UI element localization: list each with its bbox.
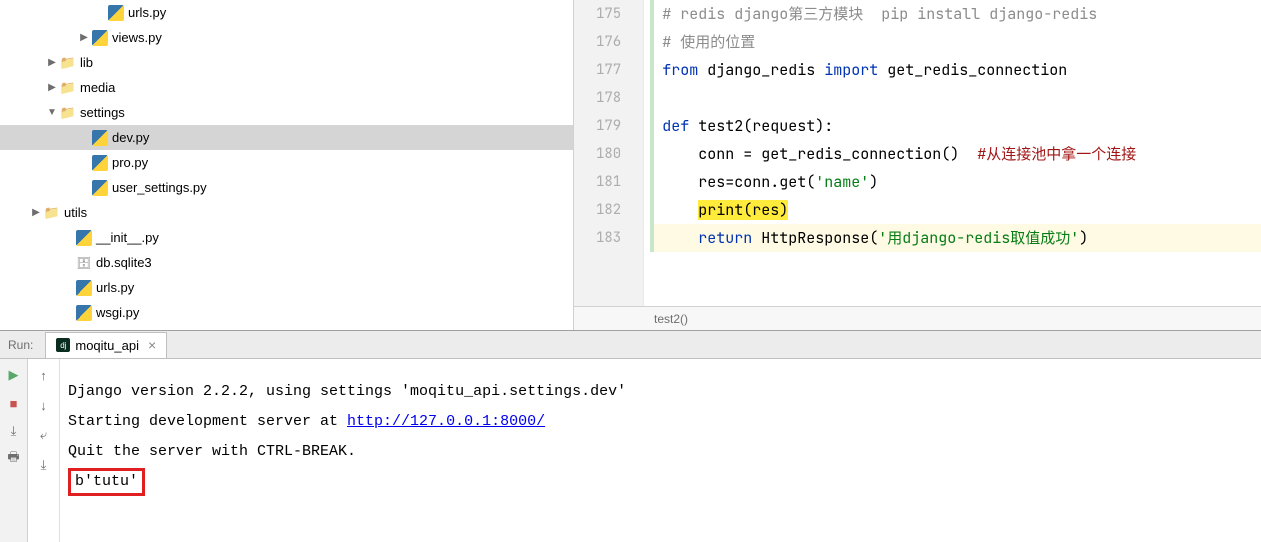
expand-arrow-icon[interactable] (44, 55, 60, 71)
run-tool-window: Run: dj moqitu_api × ▶ ■ ⤓ 🖶 ↑ ↓ ⤶ ⤓ Dja… (0, 330, 1261, 542)
tree-item-views-py[interactable]: views.py (0, 25, 573, 50)
django-icon: dj (56, 338, 70, 352)
code-line[interactable]: # redis django第三方模块 pip install django-r… (650, 0, 1261, 28)
line-number (596, 252, 621, 280)
db-icon (76, 255, 92, 271)
py-icon (76, 230, 92, 246)
py-icon (76, 280, 92, 296)
tree-item-label: views.py (112, 30, 162, 45)
tree-item-label: utils (64, 205, 87, 220)
py-icon (92, 30, 108, 46)
down-arrow-icon[interactable]: ↓ (34, 395, 54, 415)
tree-item-urls-py[interactable]: urls.py (0, 275, 573, 300)
breadcrumb[interactable]: test2() (574, 306, 1261, 330)
code-line[interactable] (650, 252, 1261, 280)
tree-item-utils[interactable]: utils (0, 200, 573, 225)
tree-item-label: dev.py (112, 130, 149, 145)
tree-item-urls-py[interactable]: urls.py (0, 0, 573, 25)
tree-item-label: pro.py (112, 155, 148, 170)
folder-icon (60, 105, 76, 121)
folder-icon (60, 55, 76, 71)
exit-icon[interactable]: ⤓ (4, 421, 24, 441)
wrap-icon[interactable]: ⤶ (34, 425, 54, 445)
code-line[interactable]: def test2(request): (650, 112, 1261, 140)
line-number: 179 (596, 112, 621, 140)
scroll-end-icon[interactable]: ⤓ (34, 455, 54, 475)
tree-item-media[interactable]: media (0, 75, 573, 100)
tree-item-wsgi-py[interactable]: wsgi.py (0, 300, 573, 325)
folder-icon (60, 80, 76, 96)
line-number: 180 (596, 140, 621, 168)
tree-item-__init__-py[interactable]: __init__.py (0, 225, 573, 250)
tree-item-label: urls.py (96, 280, 134, 295)
console-line: Quit the server with CTRL-BREAK. (68, 437, 1253, 467)
py-icon (92, 180, 108, 196)
project-tree[interactable]: urls.py views.py lib media settings dev.py pro… (0, 0, 574, 330)
console-line: Django version 2.2.2, using settings 'mo… (68, 377, 1253, 407)
tree-item-dev-py[interactable]: dev.py (0, 125, 573, 150)
console-line: Starting development server at http://12… (68, 407, 1253, 437)
run-label: Run: (0, 338, 41, 352)
tree-item-label: settings (80, 105, 125, 120)
console-line: b'tutu' (68, 467, 1253, 497)
highlighted-output: b'tutu' (68, 468, 145, 496)
run-tab-moqitu-api[interactable]: dj moqitu_api × (45, 332, 167, 358)
rerun-icon[interactable]: ▶ (4, 365, 24, 385)
stop-icon[interactable]: ■ (4, 393, 24, 413)
expand-arrow-icon[interactable] (28, 205, 44, 221)
expand-arrow-icon[interactable] (76, 30, 92, 46)
tree-item-label: media (80, 80, 115, 95)
folder-icon (44, 205, 60, 221)
expand-arrow-icon[interactable] (44, 105, 60, 121)
line-number: 177 (596, 56, 621, 84)
code-line[interactable]: from django_redis import get_redis_conne… (650, 56, 1261, 84)
tree-item-settings[interactable]: settings (0, 100, 573, 125)
code-line[interactable] (650, 84, 1261, 112)
tree-item-label: db.sqlite3 (96, 255, 152, 270)
line-number: 182 (596, 196, 621, 224)
tree-item-label: urls.py (128, 5, 166, 20)
line-number: 178 (596, 84, 621, 112)
code-line[interactable]: print(res) (650, 196, 1261, 224)
code-line[interactable]: conn = get_redis_connection() #从连接池中拿一个连… (650, 140, 1261, 168)
tree-item-label: wsgi.py (96, 305, 139, 320)
expand-arrow-icon[interactable] (44, 80, 60, 96)
py-icon (108, 5, 124, 21)
line-number: 183 (596, 224, 621, 252)
py-icon (92, 155, 108, 171)
tree-item-label: lib (80, 55, 93, 70)
tree-item-pro-py[interactable]: pro.py (0, 150, 573, 175)
run-toolbar-nav: ↑ ↓ ⤶ ⤓ (28, 359, 60, 542)
run-toolbar-left: ▶ ■ ⤓ 🖶 (0, 359, 28, 542)
tree-item-user_settings-py[interactable]: user_settings.py (0, 175, 573, 200)
line-number: 181 (596, 168, 621, 196)
py-icon (76, 305, 92, 321)
code-editor[interactable]: 175176177178179180181182183 # redis djan… (574, 0, 1261, 330)
print-icon[interactable]: 🖶 (4, 449, 24, 469)
line-number: 175 (596, 0, 621, 28)
server-url-link[interactable]: http://127.0.0.1:8000/ (347, 413, 545, 430)
code-line[interactable]: # 使用的位置 (650, 28, 1261, 56)
code-line[interactable]: return HttpResponse('用django-redis取值成功') (650, 224, 1261, 252)
code-line[interactable]: res=conn.get('name') (650, 168, 1261, 196)
line-gutter: 175176177178179180181182183 (574, 0, 644, 306)
tree-item-label: user_settings.py (112, 180, 207, 195)
tree-item-lib[interactable]: lib (0, 50, 573, 75)
tree-item-label: __init__.py (96, 230, 159, 245)
console-output[interactable]: Django version 2.2.2, using settings 'mo… (60, 359, 1261, 542)
py-icon (92, 130, 108, 146)
line-number: 176 (596, 28, 621, 56)
run-tab-bar: Run: dj moqitu_api × (0, 331, 1261, 359)
close-icon[interactable]: × (148, 337, 156, 353)
tree-item-db-sqlite3[interactable]: db.sqlite3 (0, 250, 573, 275)
run-tab-label: moqitu_api (75, 338, 139, 353)
code-content[interactable]: # redis django第三方模块 pip install django-r… (644, 0, 1261, 306)
up-arrow-icon[interactable]: ↑ (34, 365, 54, 385)
